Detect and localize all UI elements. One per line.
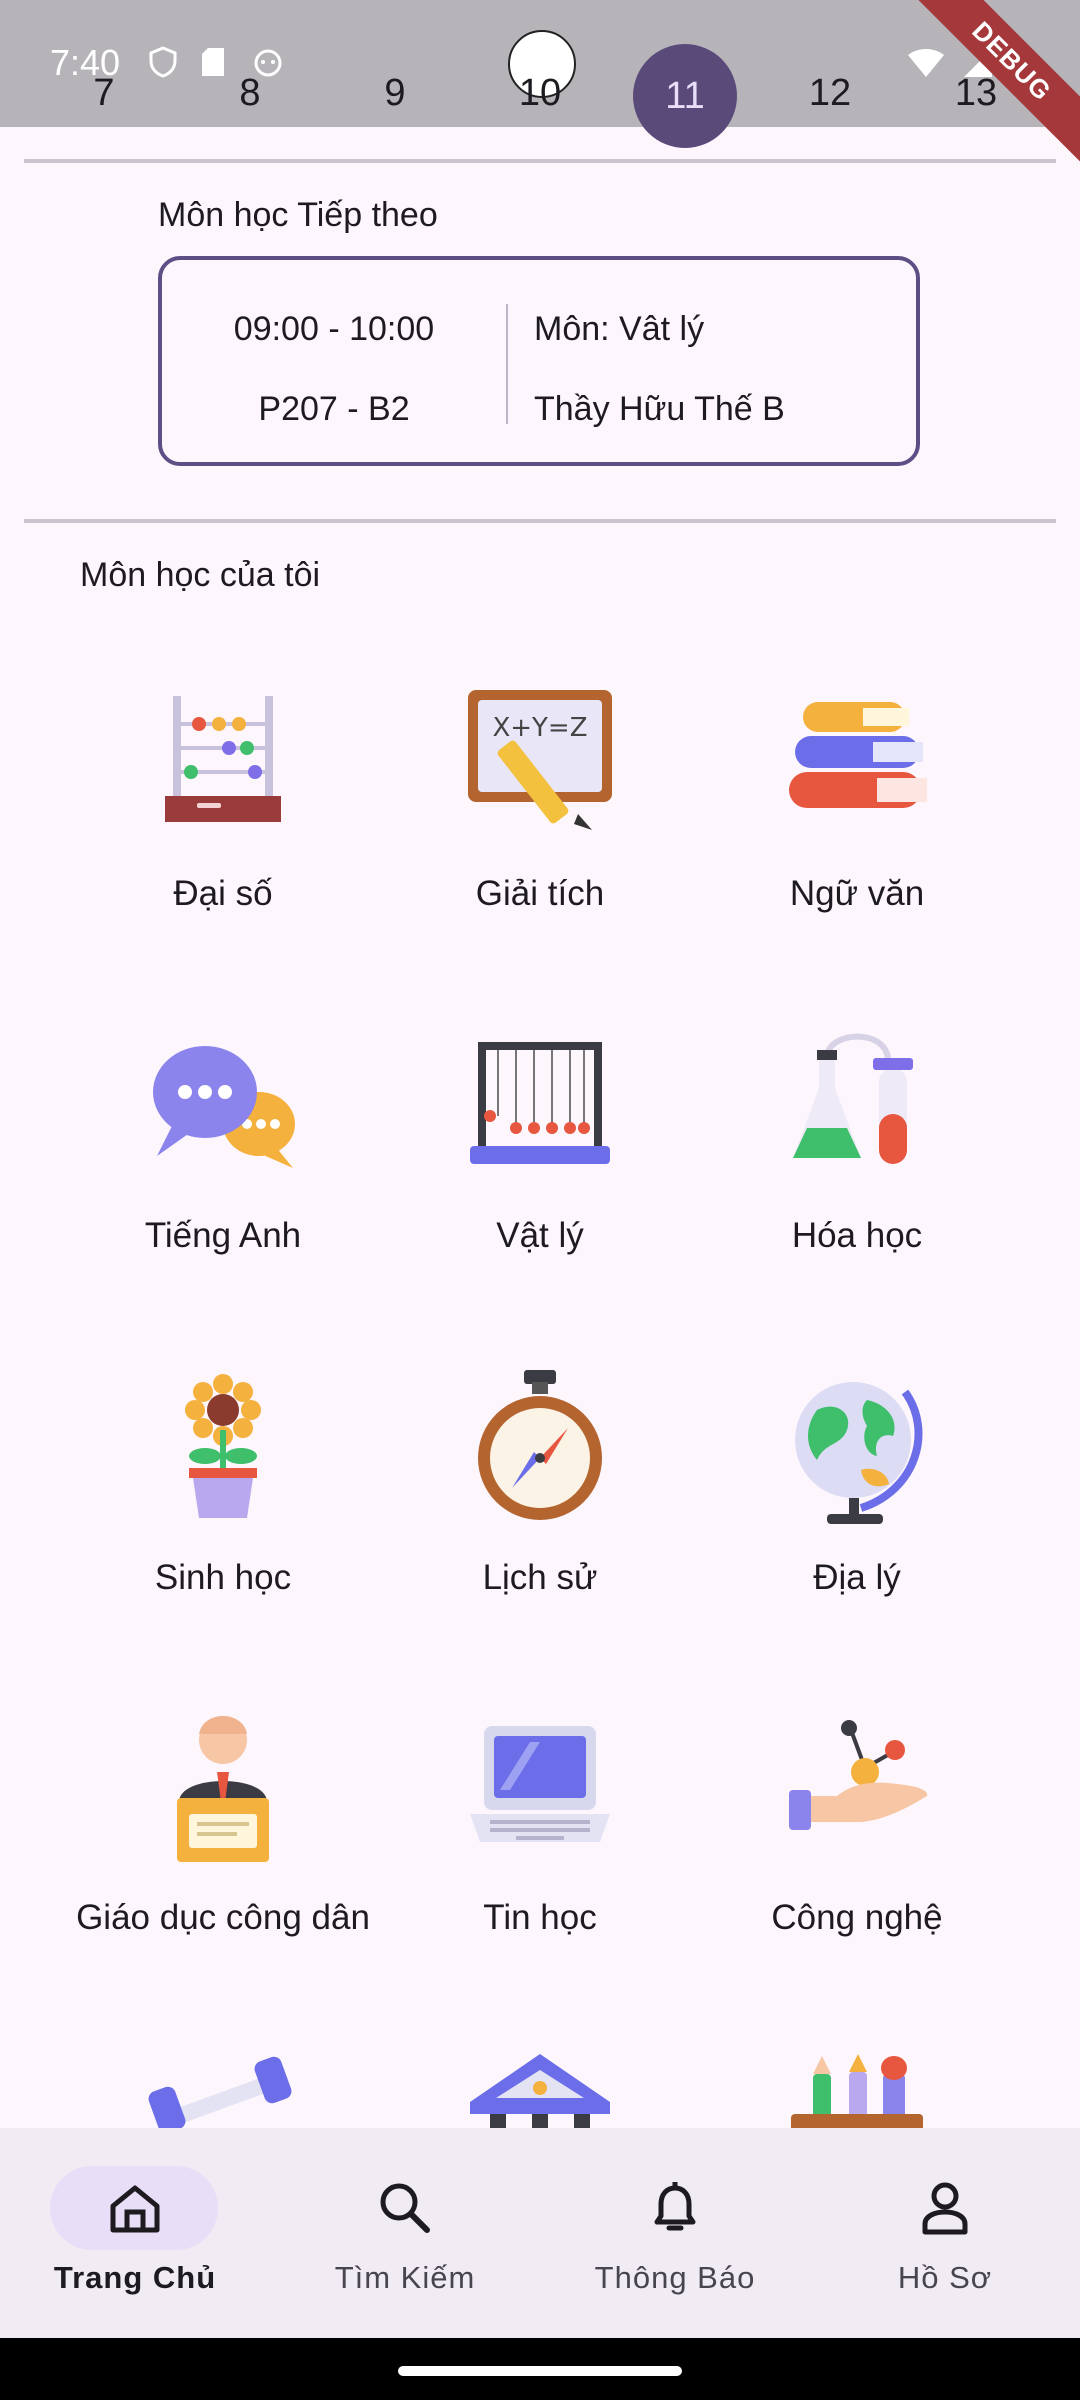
date-item[interactable]: 9 bbox=[384, 72, 405, 115]
my-subjects-title: Môn học của tôi bbox=[80, 556, 321, 594]
subject-lich-su[interactable]: Lịch sử bbox=[390, 1370, 690, 1604]
nav-search[interactable]: Tìm Kiếm bbox=[270, 2128, 540, 2338]
home-icon bbox=[105, 2178, 165, 2238]
books-icon bbox=[777, 686, 937, 846]
nav-label: Tìm Kiếm bbox=[334, 2260, 476, 2295]
next-class-subject: Môn: Vât lý bbox=[534, 310, 705, 348]
person-icon bbox=[915, 2178, 975, 2238]
nav-label: Thông Báo bbox=[594, 2260, 756, 2295]
next-class-room: P207 - B2 bbox=[258, 390, 410, 428]
subject-giao-duc-cong-dan[interactable]: Giáo dục công dân bbox=[73, 1710, 373, 1944]
flask-icon bbox=[777, 1028, 937, 1188]
subject-giai-tich[interactable]: X+Y=Z Giải tích bbox=[390, 686, 690, 920]
next-class-time: 09:00 - 10:00 bbox=[233, 310, 435, 348]
subject-label: Địa lý bbox=[813, 1558, 901, 1597]
laptop-icon bbox=[460, 1710, 620, 1870]
nav-notifications[interactable]: Thông Báo bbox=[540, 2128, 810, 2338]
bottom-navigation: Trang Chủ Tìm Kiếm Thông Báo Hồ Sơ bbox=[0, 2128, 1080, 2338]
subject-label: Giáo dục công dân bbox=[76, 1898, 370, 1937]
subject-label: Công nghệ bbox=[771, 1898, 943, 1937]
dumbbell-icon bbox=[143, 2052, 303, 2128]
subject-label: Vật lý bbox=[496, 1216, 584, 1255]
subject-dai-so[interactable]: Đại số bbox=[73, 686, 373, 920]
next-class-teacher: Thầy Hữu Thế B bbox=[534, 390, 785, 428]
subject-partial[interactable] bbox=[707, 2052, 1007, 2128]
date-item-selected[interactable]: 11 bbox=[633, 44, 737, 148]
museum-icon bbox=[460, 2052, 620, 2128]
nav-profile[interactable]: Hồ Sơ bbox=[810, 2128, 1080, 2338]
subject-label: Sinh học bbox=[154, 1558, 292, 1597]
subject-ngu-van[interactable]: Ngữ văn bbox=[707, 686, 1007, 920]
subject-label: Hóa học bbox=[791, 1216, 923, 1255]
subject-partial[interactable] bbox=[390, 2052, 690, 2128]
next-class-title: Môn học Tiếp theo bbox=[158, 196, 438, 234]
chat-bubbles-icon bbox=[143, 1028, 303, 1188]
gesture-handle[interactable] bbox=[398, 2366, 682, 2376]
date-item[interactable]: 7 bbox=[93, 72, 114, 115]
art-supplies-icon bbox=[777, 2052, 937, 2128]
sunflower-icon bbox=[143, 1370, 303, 1530]
subject-label: Lịch sử bbox=[482, 1558, 598, 1597]
subject-tin-hoc[interactable]: Tin học bbox=[390, 1710, 690, 1944]
divider bbox=[24, 519, 1056, 523]
date-strip: 7 8 9 10 11 12 13 bbox=[0, 44, 1080, 148]
svg-text:X+Y=Z: X+Y=Z bbox=[492, 713, 587, 743]
chalkboard-icon: X+Y=Z bbox=[460, 686, 620, 846]
speaker-podium-icon bbox=[143, 1710, 303, 1870]
subject-sinh-hoc[interactable]: Sinh học bbox=[73, 1370, 373, 1604]
subject-label: Đại số bbox=[173, 874, 273, 913]
date-item[interactable]: 13 bbox=[955, 72, 997, 115]
subject-cong-nghe[interactable]: Công nghệ bbox=[707, 1710, 1007, 1944]
divider bbox=[24, 159, 1056, 163]
subject-label: Tin học bbox=[483, 1898, 597, 1937]
date-item[interactable]: 12 bbox=[809, 72, 851, 115]
date-item[interactable]: 10 bbox=[519, 72, 561, 115]
subject-label: Giải tích bbox=[475, 874, 605, 913]
nav-label: Trang Chủ bbox=[53, 2260, 217, 2295]
nav-home[interactable]: Trang Chủ bbox=[0, 2128, 270, 2338]
globe-icon bbox=[777, 1370, 937, 1530]
subject-label: Tiếng Anh bbox=[144, 1216, 302, 1255]
subject-vat-ly[interactable]: Vật lý bbox=[390, 1028, 690, 1262]
molecule-hand-icon bbox=[777, 1710, 937, 1870]
newtons-cradle-icon bbox=[460, 1028, 620, 1188]
abacus-icon bbox=[143, 686, 303, 846]
subject-hoa-hoc[interactable]: Hóa học bbox=[707, 1028, 1007, 1262]
date-item[interactable]: 8 bbox=[239, 72, 260, 115]
compass-icon bbox=[460, 1370, 620, 1530]
nav-label: Hồ Sơ bbox=[897, 2260, 993, 2295]
subject-dia-ly[interactable]: Địa lý bbox=[707, 1370, 1007, 1604]
bell-icon bbox=[645, 2178, 705, 2238]
next-class-card[interactable]: 09:00 - 10:00 P207 - B2 Môn: Vât lý Thầy… bbox=[158, 256, 920, 466]
subject-partial[interactable] bbox=[73, 2052, 373, 2128]
subject-label: Ngữ văn bbox=[789, 874, 925, 913]
subject-tieng-anh[interactable]: Tiếng Anh bbox=[73, 1028, 373, 1262]
search-icon bbox=[375, 2178, 435, 2238]
card-divider bbox=[506, 304, 508, 424]
